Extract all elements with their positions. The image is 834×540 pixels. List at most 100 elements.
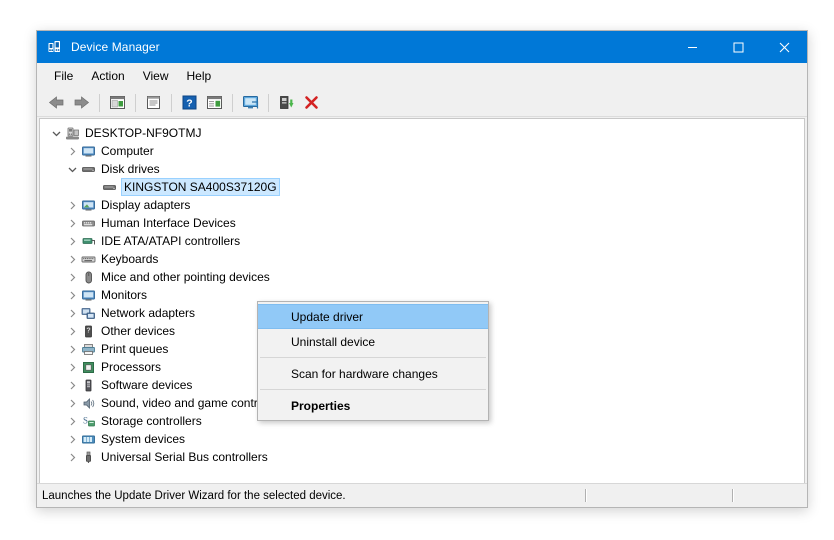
system-device-icon bbox=[80, 431, 96, 447]
disk-drive-icon bbox=[80, 161, 96, 177]
tree-node-usb-controllers[interactable]: Universal Serial Bus controllers bbox=[40, 448, 804, 466]
chevron-right-icon[interactable] bbox=[64, 323, 80, 339]
ide-controller-icon bbox=[80, 233, 96, 249]
device-manager-window: Device Manager File Action View Help ? D… bbox=[36, 30, 808, 508]
context-menu-uninstall-device[interactable]: Uninstall device bbox=[258, 329, 488, 354]
forward-arrow-icon bbox=[74, 96, 90, 109]
hid-icon bbox=[80, 215, 96, 231]
context-menu-separator-1 bbox=[260, 357, 486, 358]
content-area: DESKTOP-NF9OTMJ Computer Disk drives KIN… bbox=[37, 117, 807, 483]
close-button[interactable] bbox=[761, 31, 807, 63]
chevron-down-icon[interactable] bbox=[48, 125, 64, 141]
chevron-right-icon[interactable] bbox=[64, 269, 80, 285]
software-device-icon bbox=[80, 377, 96, 393]
context-menu-properties[interactable]: Properties bbox=[258, 393, 488, 418]
keyboard-icon bbox=[80, 251, 96, 267]
window-title: Device Manager bbox=[71, 40, 160, 54]
context-menu-update-driver[interactable]: Update driver bbox=[258, 304, 488, 329]
mouse-icon bbox=[80, 269, 96, 285]
uninstall-device-button[interactable] bbox=[299, 91, 324, 115]
speaker-icon bbox=[80, 395, 96, 411]
tree-node-label: System devices bbox=[101, 432, 186, 446]
tree-node-computer[interactable]: Computer bbox=[40, 142, 804, 160]
properties-icon bbox=[147, 96, 160, 109]
maximize-button[interactable] bbox=[715, 31, 761, 63]
tree-node-label: Disk drives bbox=[101, 162, 160, 176]
show-hide-console-tree-button[interactable] bbox=[105, 91, 130, 115]
chevron-right-icon[interactable] bbox=[64, 413, 80, 429]
toolbar-separator-1 bbox=[99, 93, 100, 112]
menu-view[interactable]: View bbox=[134, 66, 178, 86]
tree-node-mice[interactable]: Mice and other pointing devices bbox=[40, 268, 804, 286]
display-adapter-icon bbox=[80, 197, 96, 213]
svg-text:S: S bbox=[82, 415, 87, 425]
chevron-right-icon[interactable] bbox=[64, 377, 80, 393]
console-tree-icon bbox=[110, 96, 125, 109]
toolbar-separator-5 bbox=[268, 93, 269, 112]
tree-node-label: Network adapters bbox=[101, 306, 196, 320]
storage-controller-icon: S bbox=[80, 413, 96, 429]
tree-node-label: Monitors bbox=[101, 288, 148, 302]
chevron-right-icon[interactable] bbox=[64, 395, 80, 411]
forward-button[interactable] bbox=[69, 91, 94, 115]
tree-node-system-devices[interactable]: System devices bbox=[40, 430, 804, 448]
tree-node-label: Mice and other pointing devices bbox=[101, 270, 270, 284]
tree-node-label: Storage controllers bbox=[101, 414, 202, 428]
menu-help[interactable]: Help bbox=[178, 66, 221, 86]
tree-node-label: Display adapters bbox=[101, 198, 191, 212]
chevron-right-icon[interactable] bbox=[64, 431, 80, 447]
svg-text:?: ? bbox=[186, 97, 192, 109]
chevron-right-icon[interactable] bbox=[64, 197, 80, 213]
context-menu-scan-hardware[interactable]: Scan for hardware changes bbox=[258, 361, 488, 386]
toolbar-separator-2 bbox=[135, 93, 136, 112]
chevron-right-icon[interactable] bbox=[64, 359, 80, 375]
menu-file[interactable]: File bbox=[45, 66, 82, 86]
update-driver-icon bbox=[280, 96, 294, 109]
tree-node-display-adapters[interactable]: Display adapters bbox=[40, 196, 804, 214]
chevron-right-icon[interactable] bbox=[64, 215, 80, 231]
chevron-right-icon[interactable] bbox=[64, 287, 80, 303]
back-arrow-icon bbox=[48, 96, 64, 109]
tree-node-kingston-ssd[interactable]: KINGSTON SA400S37120G bbox=[40, 178, 804, 196]
chevron-right-icon[interactable] bbox=[64, 341, 80, 357]
chevron-right-icon[interactable] bbox=[64, 251, 80, 267]
back-button[interactable] bbox=[44, 91, 69, 115]
device-tree[interactable]: DESKTOP-NF9OTMJ Computer Disk drives KIN… bbox=[39, 118, 805, 483]
help-question-icon: ? bbox=[182, 95, 197, 110]
chevron-down-icon[interactable] bbox=[64, 161, 80, 177]
update-driver-button[interactable] bbox=[274, 91, 299, 115]
menu-action[interactable]: Action bbox=[82, 66, 133, 86]
chevron-right-icon[interactable] bbox=[64, 305, 80, 321]
toolbar-separator-3 bbox=[171, 93, 172, 112]
tree-node-desktop[interactable]: DESKTOP-NF9OTMJ bbox=[40, 124, 804, 142]
tree-node-label: Processors bbox=[101, 360, 162, 374]
context-menu: Update driver Uninstall device Scan for … bbox=[257, 301, 489, 421]
tree-node-hid[interactable]: Human Interface Devices bbox=[40, 214, 804, 232]
tree-node-ide-ata[interactable]: IDE ATA/ATAPI controllers bbox=[40, 232, 804, 250]
tree-node-keyboards[interactable]: Keyboards bbox=[40, 250, 804, 268]
tree-node-label: KINGSTON SA400S37120G bbox=[121, 178, 280, 196]
tree-node-label: IDE ATA/ATAPI controllers bbox=[101, 234, 241, 248]
toolbar-separator-4 bbox=[232, 93, 233, 112]
status-bar-message: Launches the Update Driver Wizard for th… bbox=[42, 489, 346, 502]
minimize-button[interactable] bbox=[669, 31, 715, 63]
chevron-right-icon[interactable] bbox=[64, 233, 80, 249]
device-manager-icon bbox=[47, 39, 63, 55]
menu-bar: File Action View Help bbox=[37, 63, 807, 89]
tree-node-label: Computer bbox=[101, 144, 154, 158]
properties-button[interactable] bbox=[141, 91, 166, 115]
tree-node-label: Keyboards bbox=[101, 252, 159, 266]
chevron-right-icon[interactable] bbox=[64, 449, 80, 465]
help-button[interactable]: ? bbox=[177, 91, 202, 115]
window-controls bbox=[669, 31, 807, 63]
computer-root-icon bbox=[64, 125, 80, 141]
tree-node-label: Software devices bbox=[101, 378, 193, 392]
tree-node-label: Human Interface Devices bbox=[101, 216, 236, 230]
view-button[interactable] bbox=[202, 91, 227, 115]
svg-text:?: ? bbox=[86, 327, 90, 334]
tree-node-disk-drives[interactable]: Disk drives bbox=[40, 160, 804, 178]
status-bar-cell-3 bbox=[734, 484, 807, 508]
scan-for-hardware-changes-button[interactable] bbox=[238, 91, 263, 115]
view-list-icon bbox=[207, 96, 222, 109]
chevron-right-icon[interactable] bbox=[64, 143, 80, 159]
